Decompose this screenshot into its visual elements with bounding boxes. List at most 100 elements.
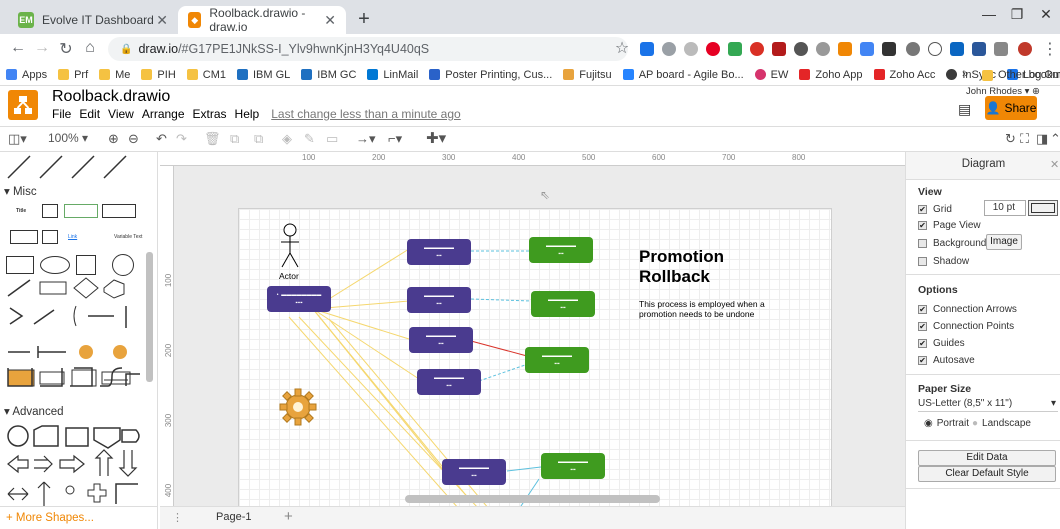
diagram-canvas[interactable]: 100 200 300 400 500 600 700 800 100 200 … [160,152,905,529]
to-back-icon[interactable]: ⧉ [254,131,263,147]
bookmark-item[interactable]: Poster Printing, Cus... [429,69,552,81]
insert-icon[interactable]: ✚▾ [426,129,446,147]
panel-toggle-icon[interactable]: ◫▾ [8,131,27,147]
bookmark-item[interactable]: IBM GL [237,69,290,81]
extension-icon[interactable] [794,42,808,56]
waypoints-icon[interactable]: ⌐▾ [388,131,402,147]
list-shape[interactable] [42,204,58,218]
target-node[interactable]: ▬▬▬▬▬▬ ▪▪▪ [531,291,595,317]
menu-dots-icon[interactable]: ⋮ [1040,39,1060,59]
process-node[interactable]: ▬▬▬▬▬▬ ▪▪▪ [409,327,473,353]
process-node-main[interactable]: • ▬▬▬▬▬▬▬▬ ▪▪▪▪ [267,286,331,312]
page-view-checkbox[interactable]: ✔ Page View [918,220,981,231]
reload-icon[interactable]: ↻ [56,39,76,59]
process-node[interactable]: ▬▬▬▬▬▬ ▪▪▪ [442,459,506,485]
paper-size-select[interactable]: US-Letter (8,5" x 11") ▾ [918,398,1058,412]
zoom-in-icon[interactable]: ⊕ [108,131,119,147]
restore-icon[interactable]: ❐ [1003,6,1031,23]
bookmark-item[interactable]: AP board - Agile Bo... [622,69,744,81]
close-panel-icon[interactable]: ✕ [1050,158,1059,171]
fill-color-icon[interactable]: ◈ [282,131,292,147]
delete-icon[interactable]: 🗑 [204,131,221,147]
gear-icon[interactable] [279,387,317,427]
extension-icon[interactable] [994,42,1008,56]
wifi-icon[interactable] [928,42,942,56]
other-bookmarks[interactable]: Other bookmarks [982,69,1060,81]
bookmark-star-icon[interactable]: ☆ [612,38,632,58]
panel-scrollbar[interactable] [146,252,153,382]
bookmark-item[interactable]: IBM GC [301,69,356,81]
profile-avatar-icon[interactable] [1018,42,1032,56]
portrait-radio[interactable]: ◉ Portrait [924,418,969,429]
target-node[interactable]: ▬▬▬▬▬▬ ▪▪▪ [525,347,589,373]
process-node[interactable]: ▬▬▬▬▬▬ ▪▪▪ [407,239,471,265]
square-shape[interactable] [76,255,96,275]
diagram-page[interactable]: Actor • ▬▬▬▬▬▬▬▬ ▪▪▪▪ ▬▬▬▬▬▬ ▪▪▪ ▬▬▬▬▬▬ ▪▪▪… [238,208,832,509]
more-shapes-button[interactable]: + More Shapes... [0,506,157,529]
actor-figure-icon[interactable] [279,223,301,271]
menu-help[interactable]: Help [235,107,260,121]
connection-points-checkbox[interactable]: ✔ Connection Points [918,321,1014,332]
document-title[interactable]: Roolback.drawio [52,88,170,106]
close-icon[interactable]: ✕ [156,12,168,29]
menu-arrange[interactable]: Arrange [142,107,185,121]
page-tab-current[interactable]: Page-1 [216,511,251,523]
minimize-icon[interactable]: — [975,6,1003,22]
format-panel-icon[interactable]: ◨ [1036,131,1048,147]
camera-icon[interactable] [906,42,920,56]
table-shape[interactable] [64,204,98,218]
line-shapes-row[interactable] [4,152,144,182]
url-input[interactable]: 🔒 draw.io /#G17PE1JNkSS-I_Ylv9hwnKjnH3Yq… [108,37,628,61]
add-page-icon[interactable]: + [284,508,293,525]
menu-edit[interactable]: Edit [79,107,100,121]
grid-size-input[interactable]: 10 pt [984,200,1026,216]
tab-evolve[interactable]: EM Evolve IT Dashboard ✕ [8,6,178,34]
rectangle-shape[interactable] [6,256,34,274]
extension-icon[interactable] [728,42,742,56]
bookmark-apps[interactable]: Apps [6,69,47,81]
process-node[interactable]: ▬▬▬▬▬▬ ▪▪▪ [417,369,481,395]
target-node[interactable]: ▬▬▬▬▬▬ ▪▪▪ [529,237,593,263]
bookmark-item[interactable]: Fujitsu [563,69,612,81]
bookmark-item[interactable]: Zoho App [799,69,863,81]
undo-icon[interactable]: ↶ [156,131,167,147]
guides-checkbox[interactable]: ✔ Guides [918,338,965,349]
bookmark-item[interactable]: Prf [58,69,88,81]
new-tab-button[interactable]: + [352,8,376,31]
advanced-shapes-grid[interactable] [4,424,144,506]
bookmark-item[interactable]: Zoho Acc [873,69,935,81]
bracket-shapes-row[interactable] [4,362,144,392]
shadow-checkbox[interactable]: Shadow [918,256,969,267]
advanced-section-header[interactable]: ▾ Advanced [4,404,64,418]
ellipse-shape[interactable] [40,256,70,274]
to-front-icon[interactable]: ⧉ [230,131,239,147]
circle-shape[interactable] [112,254,134,276]
close-window-icon[interactable]: ✕ [1032,6,1060,23]
redo-icon[interactable]: ↷ [176,131,187,147]
menu-extras[interactable]: Extras [193,107,227,121]
bookmark-item[interactable]: LinMail [367,69,418,81]
grid-checkbox[interactable]: ✔ Grid [918,204,952,215]
diagram-heading[interactable]: Promotion Rollback [639,247,724,287]
bookmark-item[interactable]: PIH [141,69,176,81]
extension-icon[interactable] [860,42,874,56]
list-shape[interactable] [42,230,58,244]
extension-icon[interactable] [838,42,852,56]
landscape-radio[interactable]: ● Landscape [972,418,1031,429]
bookmark-item[interactable]: CM1 [186,69,226,81]
shadow-icon[interactable]: ▭ [326,131,338,147]
table-shape[interactable] [102,204,136,218]
linkedin-icon[interactable] [950,42,964,56]
menu-view[interactable]: View [108,107,134,121]
extension-icon[interactable] [882,42,896,56]
fullscreen-icon[interactable]: ⛶ [1020,131,1029,147]
line-color-icon[interactable]: ✎ [304,131,315,147]
connection-icon[interactable]: →▾ [356,131,376,147]
pages-menu-icon[interactable]: ⋮ [172,511,183,524]
extension-icon[interactable] [816,42,830,56]
edit-data-button[interactable]: Edit Data [918,450,1056,466]
extension-icon[interactable] [684,42,698,56]
connection-arrows-checkbox[interactable]: ✔ Connection Arrows [918,304,1017,315]
bookmarks-overflow[interactable]: » [962,68,968,80]
bookmark-item[interactable]: Me [99,69,130,81]
